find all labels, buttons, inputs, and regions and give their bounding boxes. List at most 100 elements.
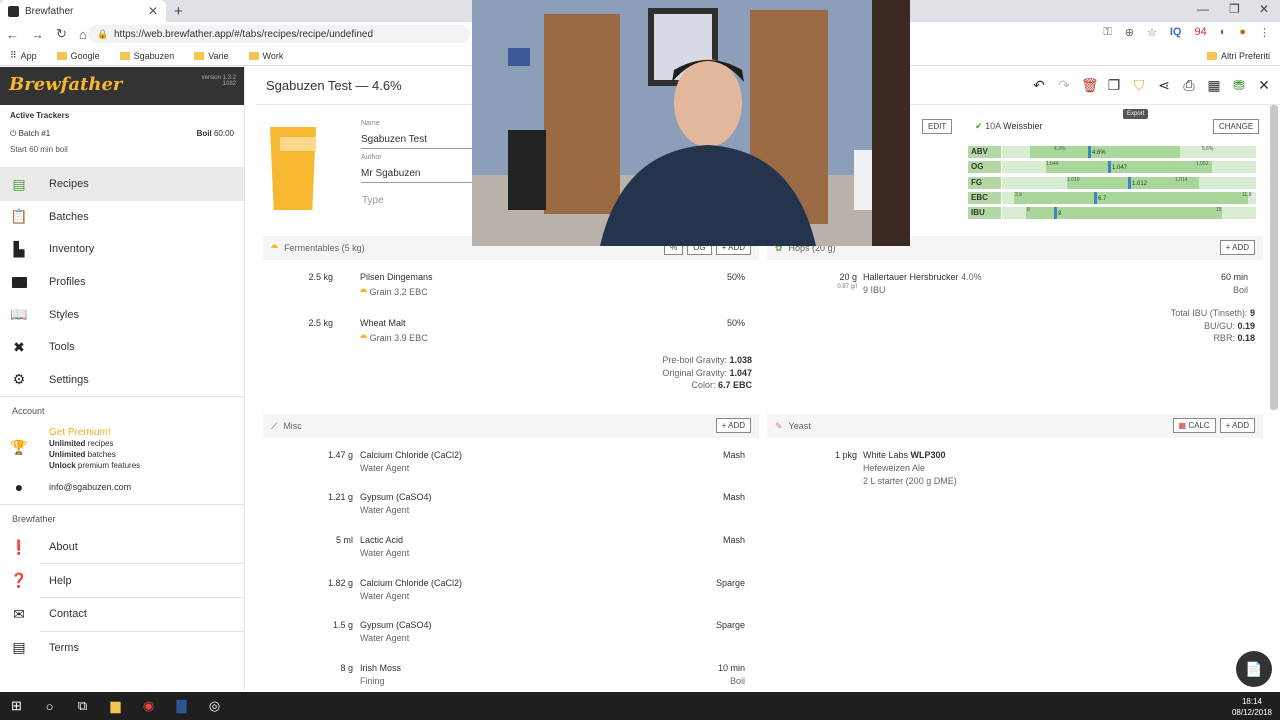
delete-icon[interactable]: 🗑 — [1081, 77, 1099, 94]
tracker-row[interactable]: ⏻ Batch #1 Boil 60:00 — [10, 129, 234, 139]
print-icon[interactable]: ⎙ — [1181, 77, 1197, 94]
newspaper-icon[interactable]: ▦ — [1206, 77, 1222, 94]
recipes-icon: ▤ — [12, 175, 26, 192]
nav-settings[interactable]: ⚙ Settings — [0, 364, 244, 397]
other-bookmarks[interactable]: Altri Preferiti — [1206, 51, 1270, 61]
webcam-scene — [472, 0, 910, 246]
iq-extension-icon[interactable]: IQ — [1170, 26, 1182, 39]
terms-icon: ▤ — [12, 639, 26, 656]
apps-grid-icon: ⠿ — [10, 50, 17, 60]
misc-row[interactable]: 1.5 g Gypsum (CaSO4) Water Agent Sparge — [263, 620, 759, 650]
close-icon[interactable]: ✕ — [1256, 77, 1272, 94]
bookmark-google[interactable]: Google — [56, 51, 100, 61]
fermentable-row[interactable]: 2.5 kg Pilsen Dingemans 50% ⯊ Grain 3.2 … — [263, 272, 759, 304]
nav-inventory[interactable]: ▙ Inventory — [0, 233, 244, 266]
misc-row[interactable]: 1.47 g Calcium Chloride (CaCl2) Water Agen… — [263, 450, 759, 480]
chrome-icon[interactable]: ◉ — [132, 698, 165, 714]
copy-icon[interactable]: ❐ — [1106, 77, 1122, 94]
profile-avatar-icon[interactable]: ● — [1239, 26, 1246, 39]
file-explorer-icon[interactable]: ▆ — [99, 698, 132, 714]
yeast-calc-button[interactable]: ▦ CALC — [1172, 418, 1216, 433]
brewfather-logo: Brewfather — [9, 74, 123, 95]
redo-icon[interactable]: ↷ — [1056, 77, 1072, 94]
bookmark-varie[interactable]: Varie — [194, 51, 229, 61]
start-boil-link[interactable]: Start 60 min boil — [10, 145, 234, 154]
grain-icon: ⯊ — [360, 333, 368, 343]
key-icon[interactable]: ⚿ — [1103, 26, 1111, 39]
export-icon[interactable]: ⛉ — [1131, 77, 1147, 94]
nav-profiles[interactable]: Profiles — [0, 266, 244, 299]
bookmark-sgabuzen[interactable]: Sgabuzen — [119, 51, 174, 61]
tools-icon: ✖ — [13, 338, 25, 355]
search-icon[interactable]: ○ — [33, 699, 66, 714]
close-window-icon[interactable]: ✕ — [1259, 2, 1269, 16]
close-tab-icon[interactable]: ✕ — [148, 4, 158, 18]
misc-row[interactable]: 1.82 g Calcium Chloride (CaCl2) Water Agen… — [263, 578, 759, 608]
share-icon[interactable]: ⋖ — [1156, 77, 1172, 94]
export-tooltip: Export — [1123, 109, 1149, 119]
star-icon[interactable]: ☆ — [1147, 26, 1157, 39]
word-icon[interactable]: ▇ — [165, 698, 198, 714]
tracker-batch: Batch #1 — [18, 129, 51, 138]
calculator-icon: ▦ — [1178, 421, 1187, 430]
zoom-icon[interactable]: ⊕ — [1125, 26, 1134, 39]
minimize-icon[interactable]: — — [1197, 2, 1209, 16]
hop-row[interactable]: 20 g 0.87 g/l Hallertauer Hersbrucker 4.… — [767, 272, 1263, 302]
misc-row[interactable]: 8 g Irish Moss Fining 10 min Boil — [263, 663, 759, 693]
power-icon: ⏻ — [10, 129, 17, 138]
style-heading[interactable]: ✔ 10A Weissbier — [975, 121, 1042, 132]
author-field[interactable]: Mr Sgabuzen — [361, 168, 472, 183]
nav-about[interactable]: ❗ About — [0, 531, 244, 564]
recipe-name-field[interactable]: Sgabuzen Test — [361, 134, 472, 149]
nav-terms[interactable]: ▤ Terms — [0, 632, 244, 665]
get-premium-link[interactable]: 🏆 Get Premium! Unlimited recipes Unlimit… — [0, 423, 244, 471]
undo-icon[interactable]: ↶ — [1031, 77, 1047, 94]
misc-row[interactable]: 1.21 g Gypsum (CaSO4) Water Agent Mash — [263, 492, 759, 522]
maximize-icon[interactable]: ❐ — [1229, 2, 1240, 16]
misc-type: Water Agent — [360, 463, 410, 473]
misc-row[interactable]: 5 ml Lactic Acid Water Agent Mash — [263, 535, 759, 565]
document-fab-button[interactable]: 📄 — [1236, 651, 1272, 687]
misc-type: Water Agent — [360, 633, 410, 643]
menu-dots-icon[interactable]: ⋮ — [1259, 26, 1270, 39]
obs-icon[interactable]: ◎ — [198, 698, 231, 714]
yeast-row[interactable]: 1 pkg White Labs WLP300 Hefeweizen Ale 2… — [767, 450, 1263, 490]
extension-badge-icon[interactable]: 94 — [1194, 26, 1206, 39]
back-icon[interactable]: ← — [6, 27, 19, 42]
bookmark-apps[interactable]: ⠿ App — [10, 50, 37, 61]
reload-icon[interactable]: ↻ — [56, 26, 67, 42]
main-scrollbar[interactable] — [1270, 105, 1278, 410]
fermentables-title: Fermentables (5 kg) — [284, 243, 365, 253]
add-yeast-button[interactable]: + ADD — [1219, 418, 1255, 433]
add-misc-button[interactable]: + ADD — [715, 418, 751, 433]
misc-use: Sparge — [715, 578, 745, 588]
home-icon[interactable]: ⌂ — [79, 27, 87, 42]
extension-icon[interactable]: ◐ — [1220, 26, 1227, 39]
nav-recipes[interactable]: ▤ Recipes — [0, 168, 244, 201]
task-view-icon[interactable]: ⧉ — [66, 698, 99, 714]
misc-type: Water Agent — [360, 505, 410, 515]
nav-styles[interactable]: 📖 Styles — [0, 298, 244, 331]
grain-icon: ⯊ — [271, 242, 279, 253]
url-field[interactable]: 🔒 https://web.brewfather.app/#/tabs/reci… — [88, 25, 470, 43]
page-title: Sgabuzen Test — 4.6% — [266, 78, 402, 93]
windows-start-icon[interactable]: ⊞ — [0, 698, 33, 714]
type-select[interactable]: Type — [362, 195, 384, 206]
forward-icon[interactable]: → — [31, 27, 44, 42]
brew-icon[interactable]: ⛃ — [1231, 77, 1247, 94]
nav-contact[interactable]: ✉ Contact — [0, 598, 244, 631]
add-hop-button[interactable]: + ADD — [1219, 240, 1255, 255]
folder-icon — [194, 51, 205, 60]
nav-batches[interactable]: 📋 Batches — [0, 201, 244, 234]
browser-tab[interactable]: Brewfather ✕ — [0, 0, 166, 22]
fermentable-row[interactable]: 2.5 kg Wheat Malt 50% ⯊ Grain 3.9 EBC — [263, 318, 759, 350]
edit-button[interactable]: EDIT — [922, 119, 953, 134]
system-clock[interactable]: 18:14 08/12/2018 — [1232, 696, 1272, 718]
new-tab-button[interactable]: + — [174, 3, 183, 20]
batches-icon: 📋 — [10, 208, 28, 225]
nav-help[interactable]: ❓ Help — [0, 564, 244, 597]
bookmark-work[interactable]: Work — [248, 51, 283, 61]
account-email[interactable]: ● info@sgabuzen.com — [0, 471, 244, 504]
change-style-button[interactable]: CHANGE — [1213, 119, 1260, 134]
nav-tools[interactable]: ✖ Tools — [0, 331, 244, 364]
